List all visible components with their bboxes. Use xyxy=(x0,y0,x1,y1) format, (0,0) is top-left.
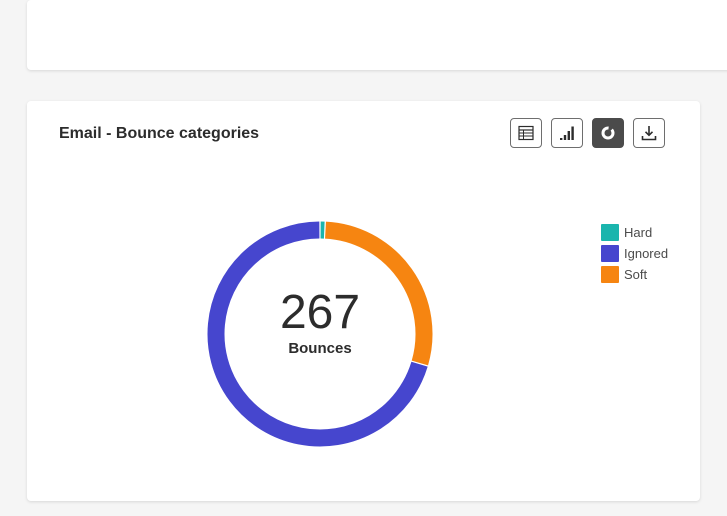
legend-swatch xyxy=(601,245,619,262)
legend-label: Soft xyxy=(624,267,648,282)
download-button[interactable] xyxy=(633,118,665,148)
legend-swatch xyxy=(601,266,619,283)
previous-card xyxy=(27,0,727,70)
bar-view-button[interactable] xyxy=(551,118,583,148)
donut-chart-icon xyxy=(601,126,615,140)
bounce-categories-card: Email - Bounce categories 267 Bounces Ha… xyxy=(27,101,700,501)
chart-legend: Hard Ignored Soft xyxy=(601,222,668,285)
legend-item-ignored[interactable]: Ignored xyxy=(601,243,668,264)
donut-view-button[interactable] xyxy=(592,118,624,148)
total-bounces-label: Bounces xyxy=(288,340,352,357)
legend-label: Ignored xyxy=(624,246,669,261)
legend-item-soft[interactable]: Soft xyxy=(601,264,668,285)
visualization-toolbar xyxy=(510,118,665,148)
legend-swatch xyxy=(601,224,619,241)
legend-label: Hard xyxy=(624,225,653,240)
legend-item-hard[interactable]: Hard xyxy=(601,222,668,243)
donut-chart: 267 Bounces xyxy=(205,219,435,449)
bar-chart-icon xyxy=(560,126,574,140)
download-icon xyxy=(641,126,657,141)
table-icon xyxy=(518,125,534,141)
card-title: Email - Bounce categories xyxy=(59,125,260,142)
total-bounces-value: 267 xyxy=(279,286,361,339)
table-view-button[interactable] xyxy=(510,118,542,148)
